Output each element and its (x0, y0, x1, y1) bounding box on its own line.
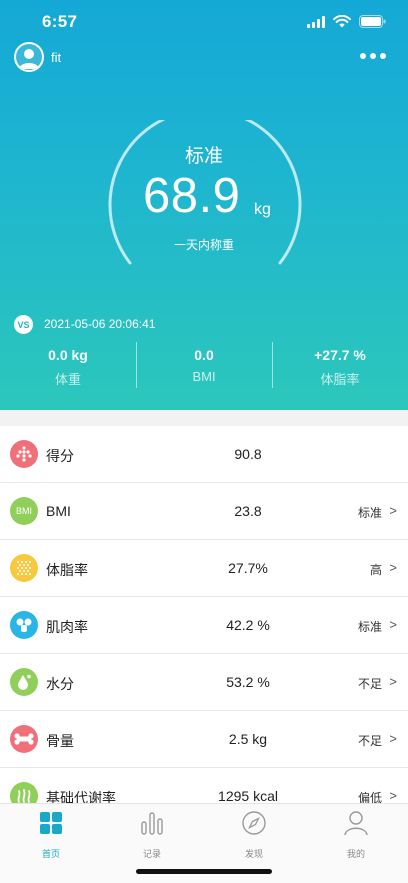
signal-icon (307, 15, 325, 28)
compare-bmi: 0.0 BMI (136, 342, 272, 390)
metric-row-muscle[interactable]: 肌肉率 42.2 % 标准 > (0, 597, 408, 654)
metric-name: BMI (46, 503, 71, 519)
status-bar: 6:57 (0, 0, 408, 46)
weight-summary-header: 6:57 fit 标准 68.9 kg 一天内称重 VS 2021-05-06 … (0, 0, 408, 410)
metric-level: 不足 (357, 734, 382, 748)
metric-row-score[interactable]: 得分 90.8 (0, 426, 408, 483)
metric-value: 27.7% (228, 560, 268, 576)
bmi-icon: BMI (10, 497, 38, 525)
compare-date: 2021-05-06 20:06:41 (44, 317, 156, 331)
wifi-icon (333, 15, 351, 28)
tab-label: 首页 (41, 849, 60, 859)
compare-value: +27.7 % (314, 347, 366, 363)
tab-label: 我的 (346, 849, 365, 859)
score-icon (10, 440, 38, 468)
bone-icon (10, 725, 38, 753)
metric-value: 53.2 % (226, 674, 270, 690)
body-fat-icon (10, 554, 38, 582)
compare-label: BMI (192, 369, 216, 384)
profile-icon (344, 811, 368, 836)
more-options-button[interactable] (360, 46, 386, 66)
weight-unit: kg (254, 201, 271, 218)
metric-row-bone[interactable]: 骨量 2.5 kg 不足 > (0, 711, 408, 768)
metric-name: 体脂率 (46, 562, 88, 578)
metric-level: 标准 (357, 506, 382, 520)
tab-records[interactable]: 记录 (112, 810, 192, 860)
compare-summary: 0.0 kg 体重 0.0 BMI +27.7 % 体脂率 (0, 342, 408, 390)
compare-body-fat: +27.7 % 体脂率 (272, 342, 408, 390)
metric-row-bmi[interactable]: BMI BMI 23.8 标准 > (0, 483, 408, 540)
compare-label: 体重 (54, 372, 81, 387)
metric-level: 不足 (357, 677, 382, 691)
battery-icon (359, 15, 386, 28)
metric-name: 肌肉率 (46, 619, 88, 635)
metric-name: 水分 (46, 676, 74, 692)
vs-compare-icon: VS (14, 315, 33, 334)
metric-value: 1295 kcal (218, 788, 278, 804)
metric-value: 23.8 (234, 503, 262, 519)
chevron-right-icon: > (389, 503, 397, 518)
tab-discover[interactable]: 发现 (214, 810, 294, 860)
discover-icon (242, 811, 266, 835)
metric-value: 90.8 (234, 446, 262, 462)
muscle-icon (10, 611, 38, 639)
chevron-right-icon: > (389, 617, 397, 632)
metric-value: 42.2 % (226, 617, 270, 633)
tab-label: 发现 (244, 849, 263, 859)
person-icon (19, 49, 39, 69)
chevron-right-icon: > (389, 731, 397, 746)
tab-home[interactable]: 首页 (11, 810, 91, 860)
compare-weight: 0.0 kg 体重 (0, 342, 136, 390)
weight-value: 68.9 (143, 169, 241, 223)
metric-value: 2.5 kg (228, 731, 268, 747)
user-name[interactable]: fit (51, 50, 61, 65)
home-indicator (136, 869, 272, 874)
metric-level: 高 (369, 563, 382, 577)
section-divider (0, 410, 408, 426)
chevron-right-icon: > (389, 560, 397, 575)
metric-level: 标准 (357, 620, 382, 634)
user-avatar[interactable] (14, 42, 44, 72)
status-time: 6:57 (42, 12, 78, 31)
tab-profile[interactable]: 我的 (316, 810, 396, 860)
home-icon (40, 812, 62, 834)
chevron-right-icon: > (389, 674, 397, 689)
more-dot-icon (370, 53, 376, 59)
weight-status: 标准 (184, 146, 223, 167)
metric-name: 骨量 (46, 733, 74, 749)
metrics-list: 得分 90.8 BMI BMI 23.8 标准 > 体脂率 27.7% 高 > (0, 426, 408, 825)
records-icon (141, 812, 163, 835)
compare-value: 0.0 (194, 347, 214, 363)
metric-row-water[interactable]: 水分 53.2 % 不足 > (0, 654, 408, 711)
metric-name: 得分 (46, 448, 74, 464)
more-dot-icon (380, 53, 386, 59)
compare-label: 体脂率 (320, 372, 360, 387)
chevron-right-icon: > (389, 788, 397, 803)
more-dot-icon (360, 53, 366, 59)
water-icon (10, 668, 38, 696)
compare-value: 0.0 kg (48, 347, 88, 363)
weigh-subtitle: 一天内称重 (173, 238, 234, 252)
metric-row-body-fat[interactable]: 体脂率 27.7% 高 > (0, 540, 408, 597)
tab-label: 记录 (142, 849, 161, 859)
